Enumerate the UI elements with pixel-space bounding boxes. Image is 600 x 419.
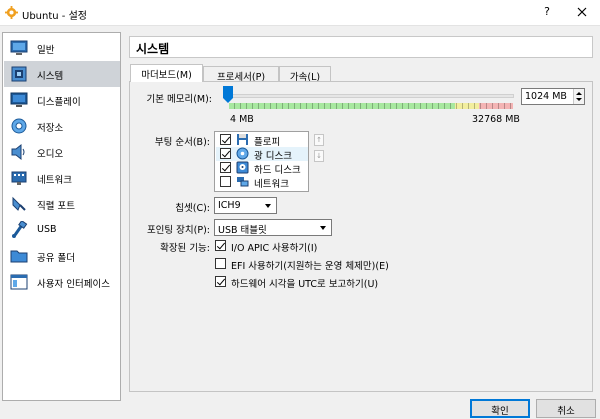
sidebar-item-network[interactable]: 네트워크 <box>4 165 120 191</box>
sidebar-item-user-interface[interactable]: 사용자 인터페이스 <box>4 269 120 295</box>
serial-port-icon <box>12 196 26 211</box>
sidebar-item-label: 직렬 포트 <box>37 201 75 212</box>
chipset-select[interactable]: ICH9 <box>214 197 277 214</box>
sidebar-item-system[interactable]: 시스템 <box>4 61 120 87</box>
memory-slider-ticks <box>229 103 513 109</box>
move-down-button[interactable]: ↓ <box>314 150 324 162</box>
memory-max-label: 32768 MB <box>472 114 520 125</box>
spin-arrows[interactable] <box>573 89 584 104</box>
memory-spinbox[interactable]: 1024 MB <box>521 88 585 105</box>
speaker-icon <box>11 143 25 161</box>
io-apic-checkbox[interactable] <box>215 240 226 251</box>
sidebar-item-serial-port[interactable]: 직렬 포트 <box>4 191 120 217</box>
utc-clock-label: 하드웨어 시각을 UTC로 보고하기(U) <box>231 279 379 290</box>
boot-network-checkbox[interactable] <box>220 176 231 187</box>
efi-label: EFI 사용하기(지원하는 운영 체제만)(E) <box>231 261 389 272</box>
chipset-value: ICH9 <box>218 200 241 211</box>
boot-order-list[interactable]: 플로피 광 디스크 하드 디스크 네트워크 <box>214 131 309 192</box>
sidebar-item-storage[interactable]: 저장소 <box>4 113 120 139</box>
network-icon <box>11 171 27 185</box>
storage-icon <box>11 118 27 134</box>
help-button[interactable]: ? <box>541 5 553 18</box>
boot-hard-disk-checkbox[interactable] <box>220 162 231 173</box>
io-apic-option[interactable]: I/O APIC 사용하기(I) <box>215 239 415 254</box>
cancel-button[interactable]: 취소 <box>536 399 596 418</box>
sidebar-item-audio[interactable]: 오디오 <box>4 139 120 165</box>
boot-item-floppy[interactable]: 플로피 <box>216 133 308 148</box>
memory-slider-handle[interactable] <box>223 86 233 103</box>
memory-value: 1024 MB <box>525 91 567 102</box>
sidebar-item-display[interactable]: 디스플레이 <box>4 87 120 113</box>
chevron-down-icon <box>265 204 271 208</box>
boot-item-network[interactable]: 네트워크 <box>216 175 308 190</box>
sidebar-item-usb[interactable]: USB <box>4 217 120 243</box>
pointing-device-value: USB 태블릿 <box>218 225 267 236</box>
chipset-label: 칩셋(C): <box>175 203 210 214</box>
sidebar-item-label: 공유 폴더 <box>37 253 75 264</box>
efi-option[interactable]: EFI 사용하기(지원하는 운영 체제만)(E) <box>215 257 435 272</box>
page-header: 시스템 <box>129 36 593 58</box>
boot-item-label: 네트워크 <box>254 179 289 190</box>
chevron-down-icon <box>320 226 326 230</box>
floppy-icon <box>237 134 248 145</box>
virtualbox-gear-icon <box>5 6 18 19</box>
sidebar-item-shared-folders[interactable]: 공유 폴더 <box>4 243 120 269</box>
boot-floppy-checkbox[interactable] <box>220 134 231 145</box>
memory-slider-track[interactable] <box>230 94 514 98</box>
monitor-icon <box>10 92 28 107</box>
memory-min-label: 4 MB <box>230 114 254 125</box>
folder-icon <box>10 250 28 263</box>
sidebar-item-label: 사용자 인터페이스 <box>37 279 110 290</box>
sidebar-item-label: 디스플레이 <box>37 97 81 108</box>
boot-item-label: 하드 디스크 <box>254 165 301 176</box>
sidebar-item-label: 저장소 <box>37 123 64 134</box>
extended-features-label: 확장된 기능: <box>160 243 210 254</box>
sidebar-item-label: 오디오 <box>37 149 64 160</box>
general-icon <box>10 40 28 55</box>
tab-processor[interactable]: 프로세서(P) <box>203 66 279 83</box>
memory-label: 기본 메모리(M): <box>146 94 212 105</box>
title-bar: Ubuntu - 설정 ? <box>0 0 600 26</box>
motherboard-icon <box>11 66 27 82</box>
utc-clock-option[interactable]: 하드웨어 시각을 UTC로 보고하기(U) <box>215 275 435 290</box>
boot-item-optical[interactable]: 광 디스크 <box>216 147 308 162</box>
sidebar-item-label: 네트워크 <box>37 175 72 186</box>
boot-item-hard-disk[interactable]: 하드 디스크 <box>216 161 308 176</box>
sidebar-item-label: USB <box>37 224 57 235</box>
close-icon[interactable] <box>574 4 590 20</box>
pointing-device-select[interactable]: USB 태블릿 <box>214 219 332 236</box>
ok-button[interactable]: 확인 <box>470 399 530 418</box>
sidebar-item-label: 일반 <box>37 45 55 56</box>
hard-disk-icon <box>236 161 249 174</box>
network-boot-icon <box>237 177 249 187</box>
efi-checkbox[interactable] <box>215 258 226 269</box>
optical-disc-icon <box>236 147 249 160</box>
boot-order-label: 부팅 순서(B): <box>154 137 210 148</box>
tab-acceleration[interactable]: 가속(L) <box>279 66 331 83</box>
user-interface-icon <box>10 274 28 290</box>
tab-panel-motherboard <box>129 81 593 392</box>
boot-optical-checkbox[interactable] <box>220 148 231 159</box>
boot-item-label: 플로피 <box>254 137 281 148</box>
usb-icon <box>12 221 28 238</box>
boot-item-label: 광 디스크 <box>254 151 292 162</box>
io-apic-label: I/O APIC 사용하기(I) <box>231 243 318 254</box>
sidebar-item-label: 시스템 <box>37 71 64 82</box>
settings-sidebar: 일반 시스템 디스플레이 저장소 오디오 네트워크 직렬 포트 USB 공유 폴… <box>2 32 121 401</box>
page-title: 시스템 <box>136 42 170 56</box>
utc-clock-checkbox[interactable] <box>215 276 226 287</box>
tab-motherboard[interactable]: 마더보드(M) <box>130 64 203 82</box>
move-up-button[interactable]: ↑ <box>314 134 324 146</box>
pointing-device-label: 포인팅 장치(P): <box>146 225 210 236</box>
sidebar-item-general[interactable]: 일반 <box>4 35 120 61</box>
window-title: Ubuntu - 설정 <box>22 11 87 22</box>
spin-arrows-icon <box>576 92 582 101</box>
